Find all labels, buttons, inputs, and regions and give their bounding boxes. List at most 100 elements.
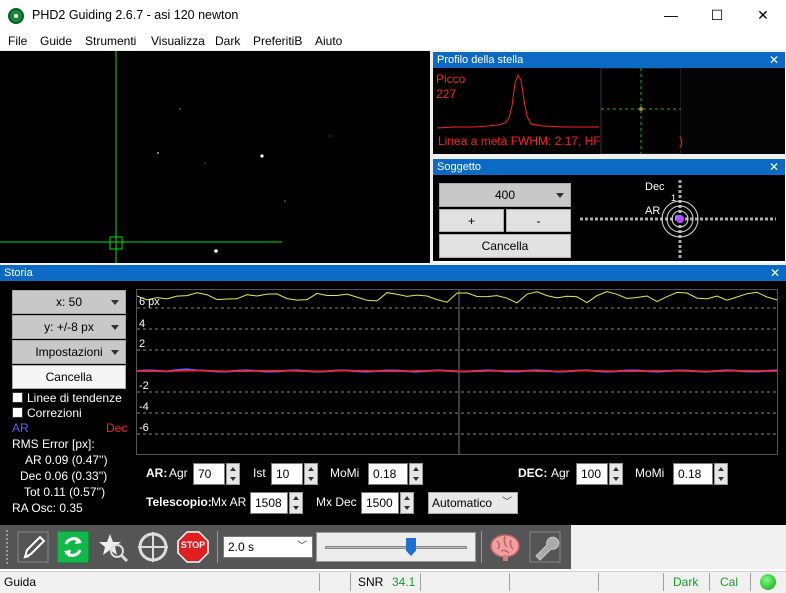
- history-graph: 6 px 4 2 -2 -4 -6: [136, 289, 778, 455]
- zoom-out-button[interactable]: -: [506, 209, 571, 232]
- manual-guide-button[interactable]: [529, 531, 561, 563]
- ar-agr-label: Agr: [169, 466, 188, 480]
- toolbar-separator: [217, 531, 218, 563]
- minimize-button[interactable]: —: [648, 0, 694, 31]
- zoom-in-button[interactable]: +: [439, 209, 504, 232]
- fwhm-tail: ): [679, 134, 683, 148]
- y-label-m6: -6: [139, 422, 149, 434]
- chevron-down-icon: [111, 350, 119, 355]
- menu-tools[interactable]: Strumenti: [85, 34, 136, 48]
- dec-mode-value: Automatico: [432, 496, 493, 510]
- chevron-down-icon: [111, 300, 119, 305]
- mx-ar-spinner[interactable]: [289, 492, 303, 514]
- target-clear-button[interactable]: Cancella: [439, 234, 571, 258]
- menu-file[interactable]: File: [8, 34, 27, 48]
- advanced-settings-button[interactable]: [489, 531, 521, 563]
- mx-dec-label: Mx Dec: [316, 495, 357, 509]
- pencil-icon: [17, 531, 49, 563]
- loop-exposure-button[interactable]: [56, 530, 90, 564]
- target-close-icon[interactable]: ✕: [769, 159, 779, 175]
- menu-guide[interactable]: Guide: [40, 34, 72, 48]
- dec-agr-spinner[interactable]: [609, 463, 623, 485]
- history-title: Storia: [4, 267, 33, 279]
- target-title: Soggetto: [437, 161, 482, 173]
- history-close-icon[interactable]: ✕: [770, 265, 780, 281]
- y-scale-dropdown[interactable]: y: +/-8 px: [12, 315, 126, 339]
- target-scale-dropdown[interactable]: 400: [439, 183, 571, 207]
- status-divider: [663, 573, 664, 591]
- ar-momi-spinner[interactable]: [409, 463, 423, 485]
- connect-equipment-button[interactable]: [17, 531, 49, 563]
- corrections-checkbox[interactable]: [12, 407, 23, 418]
- snr-trace: [137, 291, 777, 304]
- target-dec-tick: 1: [671, 193, 677, 203]
- trend-lines-label: Linee di tendenze: [27, 391, 122, 405]
- fwhm-text: Linea a metà FWHM: 2.17, HF: [438, 134, 601, 148]
- dec-mode-dropdown[interactable]: Automatico ﹀: [428, 492, 518, 514]
- profile-title: Profilo della stella: [437, 54, 524, 66]
- target-dec-label: Dec: [645, 181, 665, 193]
- chevron-down-icon: [556, 193, 564, 198]
- maximize-button[interactable]: ☐: [694, 0, 740, 31]
- dec-momi-spinner[interactable]: [714, 463, 728, 485]
- toolbar-spacer: [571, 525, 786, 569]
- menu-bookmarks[interactable]: PreferitiB: [253, 34, 302, 48]
- y-label-2: 2: [139, 338, 146, 350]
- window-title: PHD2 Guiding 2.6.7 - asi 120 newton: [32, 8, 239, 22]
- star: [214, 249, 218, 253]
- ar-aggressiveness-input[interactable]: 70: [193, 463, 225, 485]
- chevron-down-icon: ﹀: [297, 541, 307, 552]
- peak-value: 227: [436, 87, 457, 101]
- cal-status: Cal: [720, 575, 739, 589]
- toolbar-separator: [481, 531, 482, 563]
- snr-label: SNR: [358, 575, 384, 589]
- auto-select-star-button[interactable]: [97, 531, 129, 563]
- max-dec-duration-input[interactable]: 1500: [361, 492, 399, 514]
- connection-status-icon: [760, 574, 776, 590]
- exposure-dropdown[interactable]: 2.0 s ﹀: [223, 536, 313, 558]
- rms-tot: Tot 0.11 (0.57''): [24, 485, 106, 499]
- max-ra-duration-input[interactable]: 1508: [250, 492, 288, 514]
- history-clear-button[interactable]: Cancella: [12, 365, 126, 389]
- legend-ra: AR: [12, 421, 29, 435]
- ar-agr-spinner[interactable]: [226, 463, 240, 485]
- legend-dec: Dec: [106, 421, 128, 435]
- stop-button[interactable]: STOP: [177, 531, 209, 563]
- status-divider: [350, 573, 351, 591]
- star-profile: Picco 227 Linea a metà FWHM: 2.17, HF ): [433, 68, 785, 154]
- target-ra-label: AR: [645, 205, 661, 217]
- menu-view[interactable]: Visualizza: [151, 34, 205, 48]
- mx-dec-spinner[interactable]: [400, 492, 414, 514]
- rms-title: RMS Error [px]:: [12, 437, 95, 451]
- brain-icon: [490, 534, 520, 561]
- star-search-icon: [99, 534, 129, 563]
- guide-button[interactable]: [137, 531, 169, 563]
- close-button[interactable]: ✕: [740, 0, 786, 31]
- ar-hysteresis-input[interactable]: 10: [271, 463, 303, 485]
- x-scale-value: x: 50: [55, 295, 82, 309]
- camera-view[interactable]: [0, 51, 430, 263]
- target-plot: [580, 180, 776, 258]
- gamma-slider[interactable]: [316, 532, 476, 562]
- status-divider: [319, 573, 320, 591]
- y-label-4: 4: [139, 318, 146, 330]
- mx-ar-label: Mx AR: [211, 495, 247, 509]
- y-label-6: 6 px: [139, 296, 160, 308]
- menu-dark[interactable]: Dark: [215, 34, 240, 48]
- dec-min-move-input[interactable]: 0.18: [673, 463, 713, 485]
- wrench-icon: [529, 531, 561, 563]
- chevron-down-icon: [111, 325, 119, 330]
- menu-help[interactable]: Aiuto: [315, 34, 342, 48]
- status-mode: Guida: [4, 575, 37, 589]
- x-scale-dropdown[interactable]: x: 50: [12, 290, 126, 314]
- app-icon: [8, 8, 24, 24]
- ar-min-move-input[interactable]: 0.18: [368, 463, 408, 485]
- slider-thumb[interactable]: [406, 538, 416, 556]
- ar-momi-label: MoMi: [330, 466, 360, 480]
- snr-value: 34.1: [392, 575, 416, 589]
- profile-close-icon[interactable]: ✕: [769, 52, 779, 68]
- settings-dropdown[interactable]: Impostazioni: [12, 340, 126, 364]
- ar-ist-spinner[interactable]: [304, 463, 318, 485]
- dec-aggressiveness-input[interactable]: 100: [576, 463, 608, 485]
- trend-lines-checkbox[interactable]: [12, 392, 23, 403]
